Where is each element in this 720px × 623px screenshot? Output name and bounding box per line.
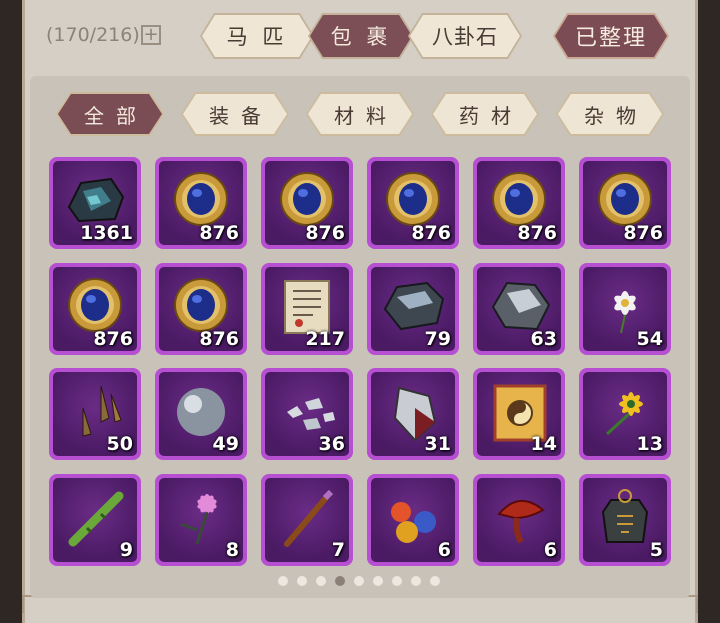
page-dot[interactable] (297, 576, 307, 586)
item-count: 1361 (80, 222, 133, 244)
item-slot[interactable]: 876 (261, 157, 353, 249)
page-dot[interactable] (278, 576, 288, 586)
item-slot[interactable]: 36 (261, 368, 353, 460)
item-count: 9 (119, 539, 133, 561)
item-slot[interactable]: 876 (473, 157, 565, 249)
expand-capacity-button[interactable]: + (141, 25, 161, 45)
filter-label: 杂物 (584, 103, 648, 128)
filter-label: 全部 (84, 103, 148, 128)
filter-label: 装备 (209, 103, 273, 128)
item-slot[interactable]: 13 (579, 368, 671, 460)
item-count: 8 (225, 539, 239, 561)
filter-herbs[interactable]: 药材 (431, 92, 539, 136)
item-count: 31 (424, 433, 451, 455)
item-count: 49 (212, 433, 239, 455)
tab-bagua-stones[interactable]: 八卦石 (408, 13, 522, 59)
item-slot[interactable]: 79 (367, 263, 459, 355)
item-slot[interactable]: 6 (473, 474, 565, 566)
item-count: 50 (106, 433, 133, 455)
item-count: 79 (424, 328, 451, 350)
filter-equipment[interactable]: 装备 (181, 92, 289, 136)
tab-bag[interactable]: 包 裹 (308, 13, 414, 59)
sort-label: 已整理 (574, 26, 647, 51)
tab-label: 马 匹 (226, 25, 288, 49)
item-slot[interactable]: 5 (579, 474, 671, 566)
item-slot[interactable]: 31 (367, 368, 459, 460)
item-slot[interactable]: 63 (473, 263, 565, 355)
page-dot[interactable] (411, 576, 421, 586)
item-slot[interactable]: 876 (367, 157, 459, 249)
page-indicator (278, 576, 440, 586)
item-count: 876 (411, 222, 451, 244)
filter-label: 材料 (334, 103, 398, 128)
tab-horses[interactable]: 马 匹 (200, 13, 314, 59)
item-count: 7 (331, 539, 345, 561)
item-count: 6 (437, 539, 451, 561)
item-slot[interactable]: 1361 (49, 157, 141, 249)
item-slot[interactable]: 8 (155, 474, 247, 566)
item-count: 876 (199, 328, 239, 350)
item-count: 217 (305, 328, 345, 350)
item-slot[interactable]: 217 (261, 263, 353, 355)
sort-button[interactable]: 已整理 (553, 13, 669, 59)
filter-misc[interactable]: 杂物 (556, 92, 664, 136)
item-count: 5 (649, 539, 663, 561)
item-count: 876 (517, 222, 557, 244)
bag-capacity: (170/216) (46, 24, 140, 46)
item-slot[interactable]: 876 (155, 263, 247, 355)
item-slot[interactable]: 54 (579, 263, 671, 355)
filter-label: 药材 (459, 103, 523, 128)
item-slot[interactable]: 14 (473, 368, 565, 460)
item-count: 876 (305, 222, 345, 244)
item-count: 36 (318, 433, 345, 455)
item-slot[interactable]: 876 (49, 263, 141, 355)
item-slot[interactable]: 9 (49, 474, 141, 566)
tab-label: 包 裹 (330, 25, 392, 49)
page-dot[interactable] (316, 576, 326, 586)
item-count: 14 (530, 433, 557, 455)
tab-label: 八卦石 (432, 25, 498, 49)
item-slot[interactable]: 50 (49, 368, 141, 460)
item-count: 876 (623, 222, 663, 244)
item-count: 876 (93, 328, 133, 350)
item-slot[interactable]: 876 (155, 157, 247, 249)
filter-all[interactable]: 全部 (56, 92, 164, 136)
item-count: 876 (199, 222, 239, 244)
item-slot[interactable]: 7 (261, 474, 353, 566)
item-count: 13 (636, 433, 663, 455)
item-slot[interactable]: 49 (155, 368, 247, 460)
item-slot[interactable]: 6 (367, 474, 459, 566)
item-slot[interactable]: 876 (579, 157, 671, 249)
item-count: 63 (530, 328, 557, 350)
page-dot[interactable] (373, 576, 383, 586)
page-dot[interactable] (354, 576, 364, 586)
filter-materials[interactable]: 材料 (306, 92, 414, 136)
page-dot[interactable] (430, 576, 440, 586)
item-count: 54 (636, 328, 663, 350)
page-dot[interactable] (392, 576, 402, 586)
item-count: 6 (543, 539, 557, 561)
page-dot[interactable] (335, 576, 345, 586)
